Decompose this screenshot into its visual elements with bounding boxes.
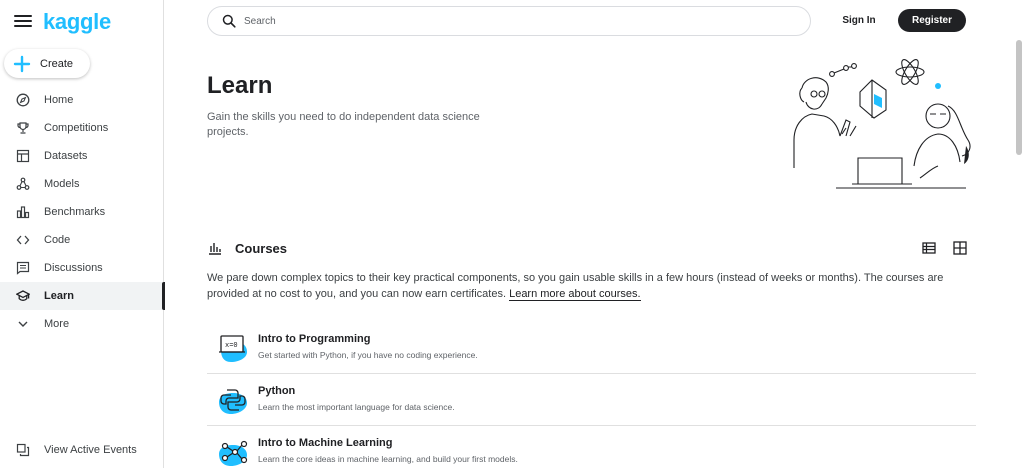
register-button[interactable]: Register [898,9,966,32]
events-label: View Active Events [44,444,137,456]
table-icon [16,149,30,163]
sidebar-item-more[interactable]: More [0,310,164,338]
sidebar-item-label: Models [44,178,80,190]
trophy-icon [16,121,30,135]
sidebar-item-label: Datasets [44,150,88,162]
grid-view-toggle[interactable] [952,240,968,256]
page-title: Learn [207,72,273,99]
course-title: Intro to Machine Learning [258,437,393,449]
course-title: Intro to Programming [258,333,371,345]
course-desc: Learn the most important language for da… [258,402,455,412]
sidebar-item-learn[interactable]: Learn [0,282,165,310]
sidebar-item-label: Discussions [44,262,103,274]
chevron-down-icon [16,317,30,331]
courses-header: Courses [207,238,977,258]
graduation-cap-icon [16,289,30,303]
course-item-python[interactable]: Python Learn the most important language… [207,374,976,426]
view-active-events[interactable]: View Active Events [0,436,164,464]
sidebar-item-label: Learn [44,290,74,302]
scrollbar[interactable] [1016,40,1022,155]
hero-illustration [793,59,971,189]
sidebar-header: kaggle [0,0,164,44]
bar-chart-icon [207,240,223,256]
list-view-toggle[interactable] [921,240,937,256]
sidebar-item-label: More [44,318,70,330]
page-subtitle: Gain the skills you need to do independe… [207,111,480,138]
kaggle-logo[interactable]: kaggle [43,9,111,35]
courses-description: We pare down complex topics to their key… [207,270,977,302]
app: kaggle Create Home Competitions Datasets [0,0,1024,468]
sidebar-item-home[interactable]: Home [0,86,164,114]
search-icon [222,14,236,28]
sidebar-item-label: Code [44,234,71,246]
courses-heading: Courses [235,240,288,256]
create-label: Create [40,57,74,70]
sidebar-item-code[interactable]: Code [0,226,164,254]
course-item-intro-ml[interactable]: Intro to Machine Learning Learn the core… [207,426,976,468]
course-title: Python [258,385,296,397]
search-bar[interactable] [207,6,811,36]
models-icon [16,177,30,191]
sidebar: kaggle Create Home Competitions Datasets [0,0,165,468]
sidebar-item-datasets[interactable]: Datasets [0,142,164,170]
sidebar-nav: Home Competitions Datasets Models Benchm… [0,86,165,338]
sidebar-item-competitions[interactable]: Competitions [0,114,164,142]
sidebar-item-label: Benchmarks [44,206,106,218]
sidebar-item-label: Home [44,94,74,106]
create-button[interactable]: Create [4,49,90,78]
search-input[interactable] [244,15,784,27]
sidebar-item-discussions[interactable]: Discussions [0,254,164,282]
course-desc: Get started with Python, if you have no … [258,350,478,360]
course-desc: Learn the core ideas in machine learning… [258,454,518,464]
sidebar-item-models[interactable]: Models [0,170,164,198]
svg-text:x=0: x=0 [225,342,238,350]
comments-icon [16,261,30,275]
machine-learning-icon [219,440,248,466]
sidebar-item-benchmarks[interactable]: Benchmarks [0,198,164,226]
learn-more-link[interactable]: Learn more about courses. [509,288,641,301]
bar-chart-icon [16,205,30,219]
compass-icon [16,93,30,107]
plus-icon [4,49,40,78]
course-list: x=0 Intro to Programming Get started wit… [207,322,976,468]
list-view-icon [922,242,936,254]
code-icon [16,233,30,247]
sign-in-button[interactable]: Sign In [834,9,884,31]
programming-icon: x=0 [219,335,247,362]
sidebar-item-label: Competitions [44,122,109,134]
python-icon [219,389,247,414]
menu-icon[interactable] [14,12,32,30]
grid-view-icon [953,241,967,255]
course-item-intro-programming[interactable]: x=0 Intro to Programming Get started wit… [207,322,976,374]
copy-icon [16,443,30,457]
